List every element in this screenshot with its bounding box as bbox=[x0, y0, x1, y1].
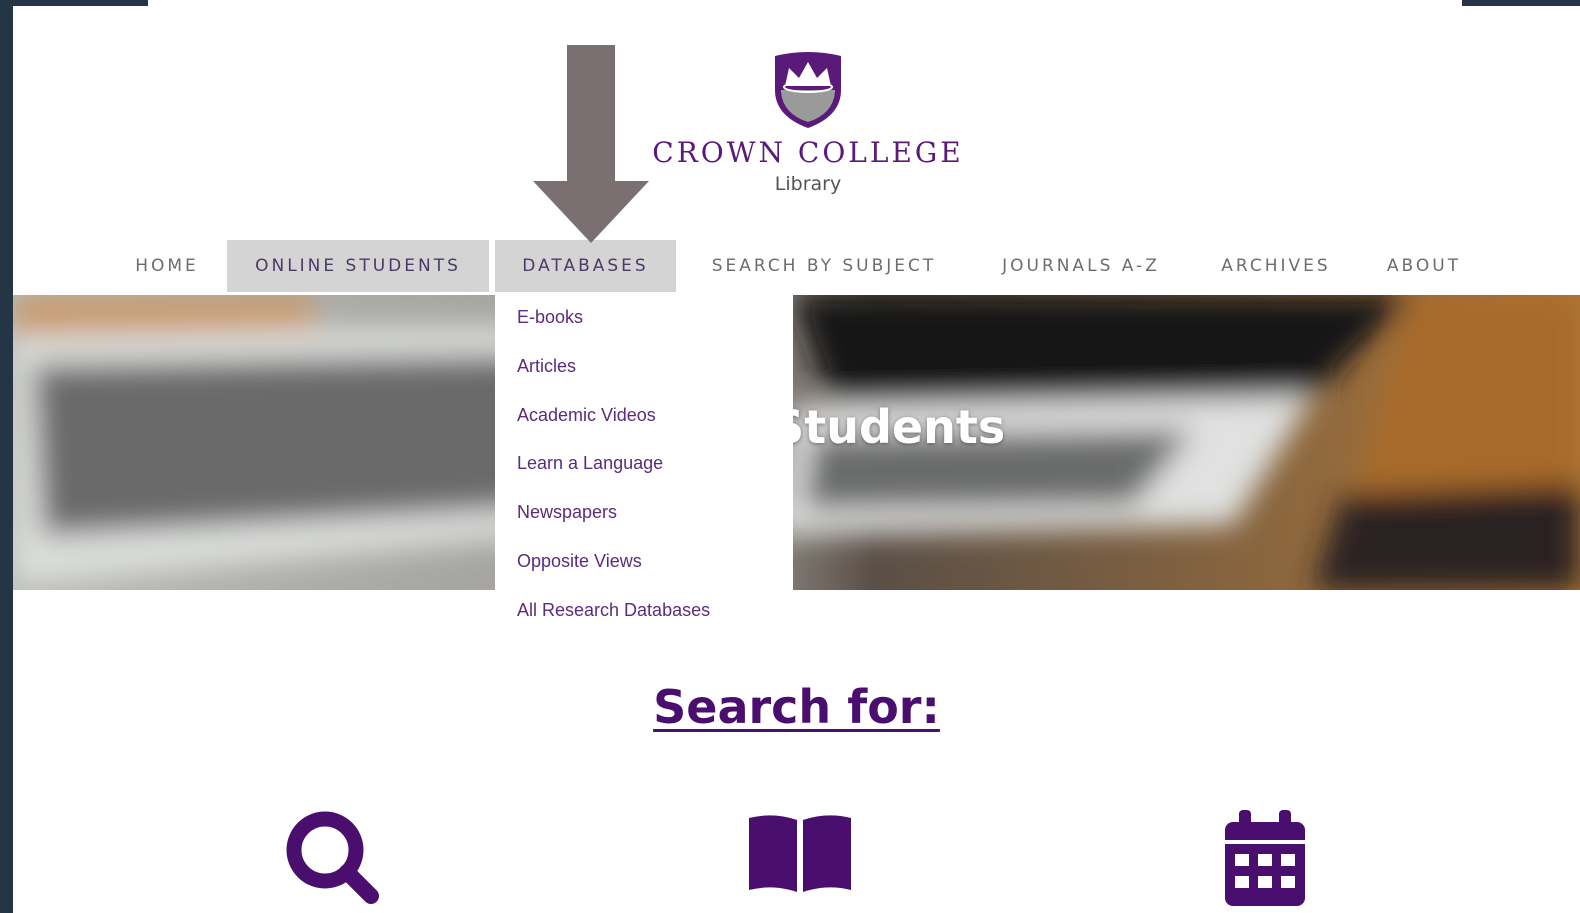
nav-item-home[interactable]: HOME bbox=[117, 240, 217, 292]
nav-item-journals-a-z[interactable]: JOURNALS A-Z bbox=[979, 240, 1183, 292]
site-logo[interactable]: CROWN COLLEGE Library bbox=[643, 50, 973, 195]
nav-item-databases[interactable]: DATABASES bbox=[495, 240, 676, 292]
frame-corner-right bbox=[1462, 0, 1580, 6]
dropdown-item-ebooks[interactable]: E-books bbox=[495, 303, 793, 352]
crown-crest-icon bbox=[775, 52, 841, 128]
library-page: CROWN COLLEGE Library HOME ONLINE STUDEN… bbox=[13, 0, 1580, 913]
hero-banner: Online Students bbox=[13, 295, 1580, 590]
dropdown-item-all-research-databases[interactable]: All Research Databases bbox=[495, 596, 793, 645]
dropdown-item-academic-videos[interactable]: Academic Videos bbox=[495, 401, 793, 450]
nav-item-archives[interactable]: ARCHIVES bbox=[1201, 240, 1351, 292]
databases-dropdown-menu: E-books Articles Academic Videos Learn a… bbox=[495, 295, 793, 620]
annotation-arrow-icon bbox=[533, 45, 649, 243]
main-nav: HOME ONLINE STUDENTS DATABASES SEARCH BY… bbox=[13, 240, 1580, 292]
search-icon[interactable] bbox=[285, 810, 381, 906]
dropdown-item-newspapers[interactable]: Newspapers bbox=[495, 498, 793, 547]
nav-item-search-by-subject[interactable]: SEARCH BY SUBJECT bbox=[689, 240, 959, 292]
book-icon[interactable] bbox=[747, 812, 853, 894]
logo-title: CROWN COLLEGE bbox=[652, 136, 964, 169]
logo-subtitle: Library bbox=[774, 173, 842, 195]
hero-title: Online Students bbox=[587, 400, 1006, 454]
frame-corner-left bbox=[13, 0, 148, 6]
search-heading[interactable]: Search for: bbox=[13, 680, 1580, 734]
dropdown-item-learn-a-language[interactable]: Learn a Language bbox=[495, 449, 793, 498]
dropdown-item-opposite-views[interactable]: Opposite Views bbox=[495, 547, 793, 596]
calendar-icon[interactable] bbox=[1223, 810, 1307, 906]
nav-item-online-students[interactable]: ONLINE STUDENTS bbox=[227, 240, 489, 292]
dropdown-item-articles[interactable]: Articles bbox=[495, 352, 793, 401]
nav-item-about[interactable]: ABOUT bbox=[1369, 240, 1479, 292]
